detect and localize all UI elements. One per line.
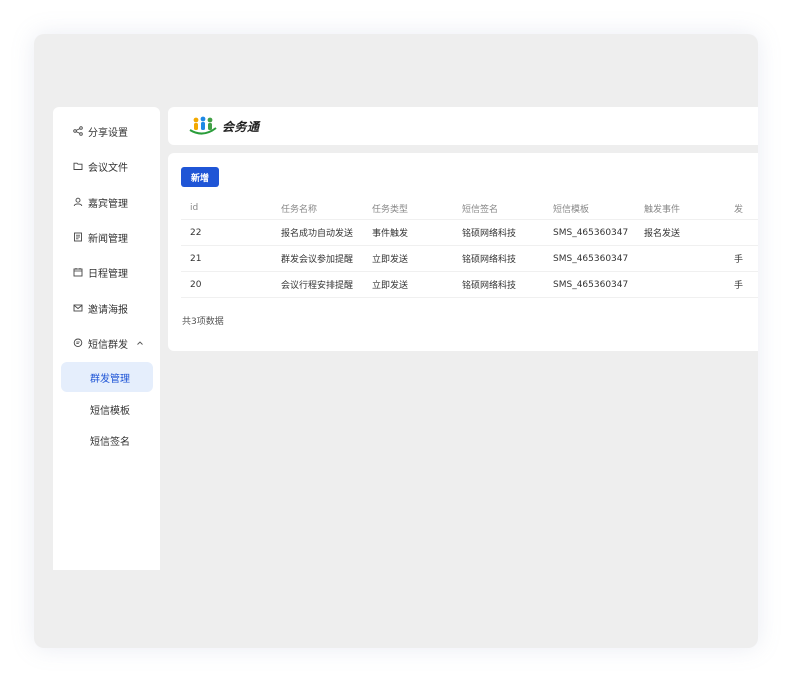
people-logo-icon [189,116,217,135]
table-cell: 铭硕网络科技 [462,281,517,291]
folder-icon [72,161,83,172]
table-row: 21 群发会议参加提醒 立即发送 铭硕网络科技 SMS_465360347 手 [181,246,758,272]
sidebar-item-label: 短信群发 [88,339,128,351]
calendar-icon [72,267,83,278]
table-cell: SMS_465360347 [553,279,629,290]
table-cell: 22 [190,227,202,238]
table-cell: 报名发送 [644,229,681,239]
column-header: 短信签名 [462,204,499,215]
column-header: 任务类型 [372,204,409,215]
sidebar-item-share[interactable]: 分享设置 [53,119,160,143]
table-header-row: id 任务名称 任务类型 短信签名 短信模板 触发事件 发 [181,197,758,220]
total-count: 共3项数据 [182,317,224,327]
sidebar-item-label: 日程管理 [88,268,128,280]
sidebar-item-label: 嘉宾管理 [88,198,128,210]
app-frame: 分享设置 会议文件 嘉宾管理 新闻管理 日程管理 邀请海报 短信群发 群发管理 … [34,34,758,648]
table-cell: 立即发送 [372,255,409,265]
sidebar-item-poster[interactable]: 邀请海报 [53,296,160,320]
sidebar-item-news[interactable]: 新闻管理 [53,225,160,249]
table-cell: 立即发送 [372,281,409,291]
sidebar-item-label: 新闻管理 [88,233,128,245]
data-table: id 任务名称 任务类型 短信签名 短信模板 触发事件 发 22 报名成功自动发… [181,197,758,298]
sidebar-item-sms[interactable]: 短信群发 [53,331,160,355]
sidebar-item-schedule[interactable]: 日程管理 [53,260,160,284]
column-header: 短信模板 [553,204,590,215]
table-row: 20 会议行程安排提醒 立即发送 铭硕网络科技 SMS_465360347 手 [181,272,758,298]
table-cell: 铭硕网络科技 [462,229,517,239]
logo-text: 会务通 [222,119,260,134]
user-icon [72,197,83,208]
sidebar-item-label: 分享设置 [88,127,128,139]
table-cell: 会议行程安排提醒 [281,281,354,291]
sidebar-subitem-label: 群发管理 [90,373,130,385]
table-cell: 手 [734,281,744,291]
column-header: 触发事件 [644,204,681,215]
sidebar-item-files[interactable]: 会议文件 [53,154,160,178]
add-button[interactable]: 新增 [181,167,219,187]
chevron-up-icon[interactable] [136,339,144,347]
content-card: 新增 id 任务名称 任务类型 短信签名 短信模板 触发事件 发 22 报名成功… [168,153,758,351]
sidebar: 分享设置 会议文件 嘉宾管理 新闻管理 日程管理 邀请海报 短信群发 群发管理 … [53,107,160,570]
sidebar-subitem-sms-template[interactable]: 短信模板 [61,394,153,424]
table-cell: 事件触发 [372,229,409,239]
table-row: 22 报名成功自动发送 事件触发 铭硕网络科技 SMS_465360347 报名… [181,220,758,246]
table-cell: SMS_465360347 [553,227,629,238]
message-icon [72,338,83,349]
column-header: 发 [734,204,744,215]
table-cell: 报名成功自动发送 [281,229,354,239]
top-header: 会务通 [168,107,758,145]
table-cell: 铭硕网络科技 [462,255,517,265]
table-cell: 20 [190,279,202,290]
table-cell: 手 [734,255,744,265]
table-cell: 21 [190,253,202,264]
sidebar-item-guests[interactable]: 嘉宾管理 [53,190,160,214]
sidebar-subitem-label: 短信签名 [90,436,130,448]
sidebar-item-label: 会议文件 [88,162,128,174]
sidebar-subitem-mass-send[interactable]: 群发管理 [61,362,153,392]
table-cell: SMS_465360347 [553,253,629,264]
sidebar-subitem-label: 短信模板 [90,405,130,417]
table-cell: 群发会议参加提醒 [281,255,354,265]
news-icon [72,232,83,243]
column-header: id [190,203,199,213]
sidebar-subitem-sms-signature[interactable]: 短信签名 [61,425,153,455]
sidebar-item-label: 邀请海报 [88,304,128,316]
mail-icon [72,303,83,314]
share-icon [72,126,83,137]
column-header: 任务名称 [281,204,318,215]
